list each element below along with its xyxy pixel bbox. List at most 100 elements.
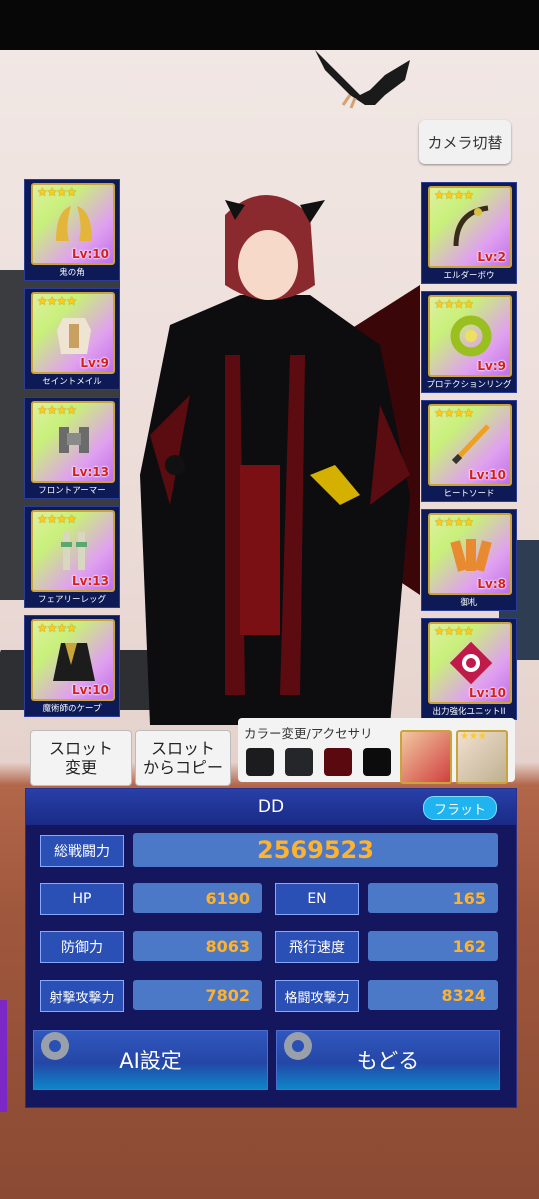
stat-label-shooting: 射撃攻撃力: [40, 980, 124, 1012]
color-accessory-panel[interactable]: カラー変更/アクセサリ ★★★: [238, 718, 515, 784]
item-frame: ★★★★ Lv:10: [428, 622, 512, 704]
item-frame: ★★★★ Lv:8: [428, 513, 512, 595]
stat-label-melee: 格闘攻撃力: [275, 980, 359, 1012]
sword-icon: [451, 424, 490, 465]
slot-copy-label-2: からコピー: [142, 758, 223, 777]
horn-icon: [56, 206, 92, 241]
back-button[interactable]: もどる: [276, 1030, 500, 1090]
item-level: Lv:10: [469, 468, 506, 482]
item-frame: ★★★★ Lv:9: [31, 292, 115, 374]
slot-copy-button[interactable]: スロット からコピー: [135, 730, 231, 786]
equip-slot-right-4[interactable]: ★★★★ Lv:8 御札: [421, 509, 517, 611]
color-swatch-1[interactable]: [246, 748, 274, 776]
rarity-stars: ★★★★: [434, 406, 474, 420]
rarity-stars: ★★★★: [37, 512, 77, 526]
total-power-value: 2569523: [133, 833, 498, 867]
stat-value-flight-speed: 162: [368, 931, 498, 961]
item-level: Lv:10: [469, 686, 506, 700]
color-accessory-label: カラー変更/アクセサリ: [244, 726, 373, 741]
slot-copy-label-1: スロット: [150, 738, 215, 758]
rarity-stars: ★★★★: [434, 515, 474, 529]
stat-label-flight-speed: 飛行速度: [275, 931, 359, 963]
item-level: Lv:10: [72, 683, 109, 697]
rarity-stars: ★★★★: [37, 403, 77, 417]
rarity-stars: ★★★★: [434, 188, 474, 202]
equip-slot-left-5[interactable]: ★★★★ Lv:10 魔術師のケープ: [24, 615, 120, 717]
item-frame: ★★★★ Lv:10: [31, 183, 115, 265]
slot-change-label-2: 変更: [64, 758, 97, 777]
cape-icon: [53, 643, 95, 681]
item-frame: ★★★★ Lv:10: [31, 619, 115, 701]
color-swatch-4[interactable]: [363, 748, 391, 776]
stat-label-en: EN: [275, 883, 359, 915]
total-power-label: 総戦闘力: [40, 835, 124, 867]
front-armor-icon: [59, 427, 89, 453]
camera-switch-button[interactable]: カメラ切替: [419, 120, 511, 164]
item-level: Lv:9: [80, 356, 109, 370]
equip-slot-right-2[interactable]: ★★★★ Lv:9 プロテクションリング: [421, 291, 517, 393]
power-unit-icon: [449, 641, 493, 685]
mode-badge[interactable]: フラット: [423, 796, 497, 820]
item-level: Lv:2: [477, 250, 506, 264]
back-label: もどる: [356, 1049, 420, 1073]
color-swatch-2[interactable]: [285, 748, 313, 776]
rarity-stars: ★★★★: [434, 624, 474, 638]
item-name: プロテクションリング: [426, 380, 512, 390]
item-name: フェアリーレッグ: [37, 595, 106, 605]
equip-slot-right-3[interactable]: ★★★★ Lv:10 ヒートソード: [421, 400, 517, 502]
item-name: 御札: [460, 598, 478, 608]
rarity-stars: ★★★★: [37, 294, 77, 308]
crow-figure: [315, 50, 410, 109]
item-level: Lv:9: [477, 359, 506, 373]
talisman-icon: [450, 539, 492, 572]
status-bar: [0, 0, 539, 50]
item-level: Lv:13: [72, 574, 109, 588]
item-frame: ★★★★ Lv:13: [31, 510, 115, 592]
ai-settings-label: AI設定: [119, 1049, 182, 1073]
equip-slot-left-3[interactable]: ★★★★ Lv:13 フロントアーマー: [24, 397, 120, 499]
slot-change-label-1: スロット: [48, 738, 113, 758]
rarity-stars: ★★★★: [37, 621, 77, 635]
stat-value-shooting: 7802: [133, 980, 262, 1010]
item-name: ヒートソード: [443, 489, 495, 499]
color-swatch-3[interactable]: [324, 748, 352, 776]
rarity-stars: ★★★★: [434, 297, 474, 311]
ring-icon: [450, 315, 492, 357]
equip-slot-right-5[interactable]: ★★★★ Lv:10 出力強化ユニットII: [421, 618, 517, 720]
character-avatar[interactable]: [130, 175, 420, 730]
item-name: 鬼の角: [59, 268, 85, 278]
ai-settings-button[interactable]: AI設定: [33, 1030, 268, 1090]
bow-icon: [453, 205, 489, 247]
slot-change-button[interactable]: スロット 変更: [30, 730, 132, 786]
item-level: Lv:13: [72, 465, 109, 479]
equip-slot-left-2[interactable]: ★★★★ Lv:9 セイントメイル: [24, 288, 120, 390]
stat-value-defense: 8063: [133, 931, 262, 961]
item-name: 出力強化ユニットII: [432, 707, 506, 717]
armor-icon: [57, 318, 91, 354]
item-frame: ★★★★ Lv:9: [428, 295, 512, 377]
character-name-text: DD: [257, 797, 285, 817]
item-name: 魔術師のケープ: [42, 704, 102, 714]
item-name: セイントメイル: [42, 377, 102, 387]
equip-slot-right-1[interactable]: ★★★★ Lv:2 エルダーボウ: [421, 182, 517, 284]
rarity-stars: ★★★: [460, 731, 487, 742]
equip-slot-left-4[interactable]: ★★★★ Lv:13 フェアリーレッグ: [24, 506, 120, 608]
accessory-costume-icon[interactable]: [400, 730, 452, 784]
equip-slot-left-1[interactable]: ★★★★ Lv:10 鬼の角: [24, 179, 120, 281]
stat-label-defense: 防御力: [40, 931, 124, 963]
item-level: Lv:8: [477, 577, 506, 591]
rarity-stars: ★★★★: [37, 185, 77, 199]
item-level: Lv:10: [72, 247, 109, 261]
side-indicator: [0, 1000, 7, 1112]
stat-value-en: 165: [368, 883, 498, 913]
item-frame: ★★★★ Lv:2: [428, 186, 512, 268]
item-frame: ★★★★ Lv:13: [31, 401, 115, 483]
stat-label-hp: HP: [40, 883, 124, 915]
gear-icon: [284, 1032, 312, 1060]
leg-armor-icon: [61, 532, 87, 570]
gear-icon: [41, 1032, 69, 1060]
accessory-item-icon[interactable]: ★★★: [456, 730, 508, 784]
item-name: フロントアーマー: [38, 486, 106, 496]
item-frame: ★★★★ Lv:10: [428, 404, 512, 486]
stat-value-melee: 8324: [368, 980, 498, 1010]
